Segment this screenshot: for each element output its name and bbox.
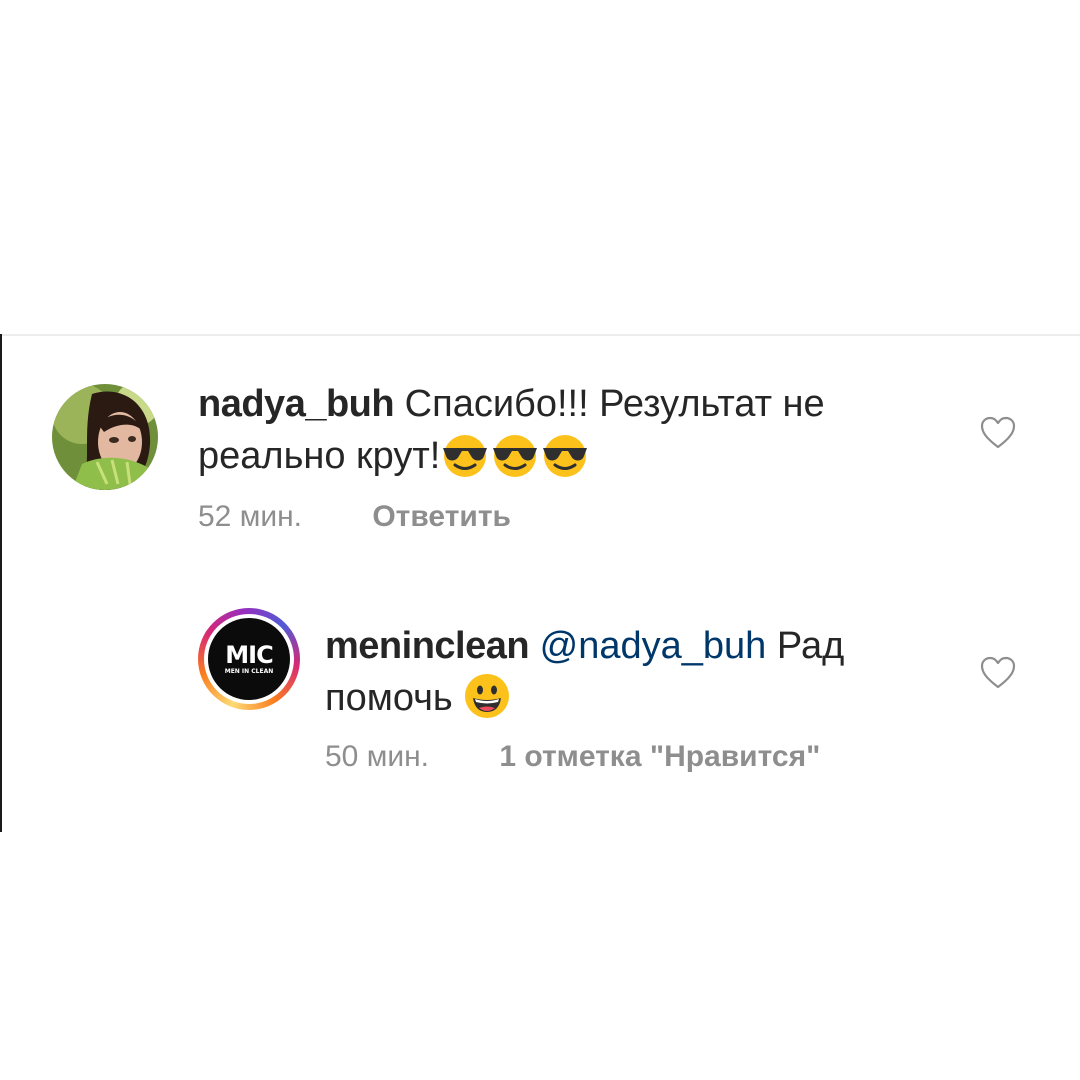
- avatar-meninclean[interactable]: MIC MEN IN CLEAN: [198, 608, 300, 710]
- comment-meta-1: 52 мин. Ответить: [198, 500, 511, 534]
- meninclean-logo: MIC MEN IN CLEAN: [208, 618, 290, 700]
- sunglasses-emoji-icon: [540, 434, 590, 492]
- comment-username[interactable]: meninclean: [325, 625, 530, 667]
- heart-outline-icon[interactable]: [980, 416, 1016, 450]
- grinning-emoji-icon: [463, 672, 511, 734]
- comment-body-1: nadya_buh Спасибо!!! Результат не реальн…: [198, 378, 918, 492]
- left-edge-line: [0, 334, 2, 832]
- comment-timestamp: 50 мин.: [325, 740, 429, 773]
- sunglasses-emoji-icon: [440, 434, 490, 492]
- avatar-nadya-buh[interactable]: [52, 384, 158, 490]
- comment-meta-2: 50 мин. 1 отметка "Нравится": [325, 740, 820, 774]
- comment-body-2: meninclean @nadya_buh Рад помочь: [325, 620, 945, 734]
- comment-timestamp: 52 мин.: [198, 500, 302, 533]
- logo-text: MIC: [225, 641, 273, 669]
- avatar-ring-inner: MIC MEN IN CLEAN: [204, 614, 294, 704]
- reply-button[interactable]: Ответить: [372, 500, 511, 534]
- logo-subtitle: MEN IN CLEAN: [224, 668, 274, 675]
- heart-outline-icon[interactable]: [980, 656, 1016, 690]
- comment-username[interactable]: nadya_buh: [198, 383, 395, 425]
- sunglasses-emoji-icon: [490, 434, 540, 492]
- top-divider: [0, 334, 1080, 336]
- likes-count-button[interactable]: 1 отметка "Нравится": [499, 740, 820, 774]
- mention-link[interactable]: @nadya_buh: [540, 625, 767, 667]
